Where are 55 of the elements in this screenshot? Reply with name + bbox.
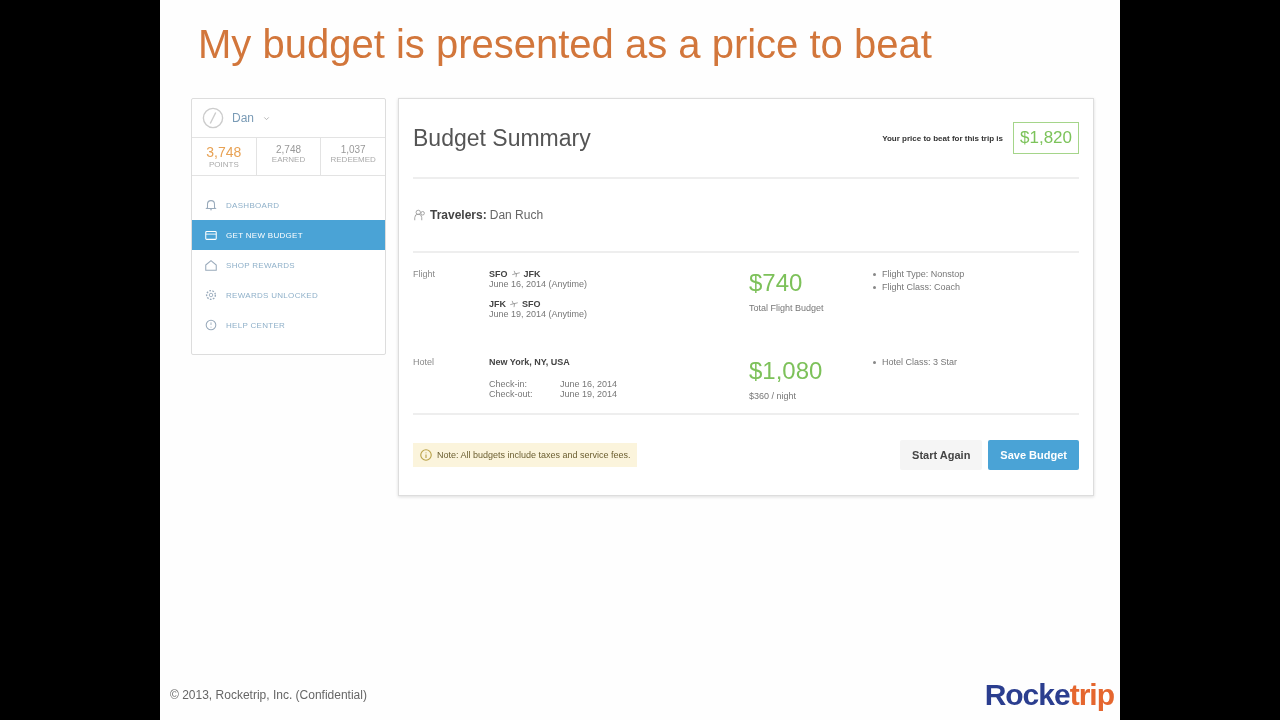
budget-amount: $1,080 (749, 357, 824, 385)
stat-label: REDEEMED (329, 155, 377, 164)
stat-value: 2,748 (275, 144, 302, 155)
date-value: June 19, 2014 (560, 389, 618, 399)
bullet-icon (873, 360, 876, 364)
section-label: Hotel (413, 357, 435, 369)
amount-note: $360 / night (749, 391, 798, 401)
stat-value: 3,748 (205, 144, 243, 160)
avatar-icon (202, 107, 224, 129)
price-label: Your price to beat for this trip is (882, 133, 1003, 143)
gear-icon (204, 288, 218, 302)
amount-note: Total Flight Budget (749, 303, 825, 313)
info-icon (419, 448, 433, 462)
stat-value: 1,037 (339, 144, 367, 155)
bullet-icon (873, 272, 876, 276)
sidebar-item[interactable]: GET NEW BUDGET (192, 220, 385, 250)
sidebar-item[interactable]: REWARDS UNLOCKED (192, 280, 385, 310)
logo-text: trip (1069, 678, 1114, 711)
detail-text: Flight Class: Coach (882, 282, 961, 292)
airport-code: JFK (523, 269, 541, 279)
hotel-location: New York, NY, USA (489, 357, 571, 367)
stat-label: POINTS (207, 160, 240, 169)
flight-date: June 16, 2014 (Anytime) (489, 279, 589, 289)
note-text: Note: All budgets include taxes and service fees. (437, 450, 631, 460)
help-icon (204, 318, 218, 332)
stat-label: EARNED (270, 155, 307, 164)
slide-title: My budget is presented as a price to beat (198, 22, 933, 68)
flight-date: June 19, 2014 (Anytime) (489, 309, 589, 319)
bell-icon (204, 198, 218, 212)
save-button[interactable]: Save Budget (988, 440, 1079, 470)
price-badge: $1,820 (1013, 122, 1079, 154)
people-icon (413, 208, 427, 222)
airport-code: SFO (522, 299, 541, 309)
summary-title: Budget Summary (413, 124, 591, 152)
airport-code: SFO (489, 269, 508, 279)
copyright-text: © 2013, Rocketrip, Inc. (Confidential) (170, 688, 367, 702)
budget-amount: $740 (749, 269, 804, 297)
section-label: Flight (413, 269, 436, 281)
sidebar-item[interactable]: SHOP REWARDS (192, 250, 385, 280)
card-icon (204, 228, 218, 242)
airport-code: JFK (489, 299, 506, 309)
travelers-name: Dan Ruch (489, 208, 544, 222)
travelers-label: Travelers: (430, 208, 487, 222)
detail-text: Flight Type: Nonstop (882, 269, 965, 279)
bullet-icon (873, 285, 876, 289)
sidebar-item[interactable]: DASHBOARD (192, 190, 385, 220)
user-menu[interactable]: Dan (232, 111, 254, 125)
detail-text: Hotel Class: 3 Star (882, 357, 958, 367)
logo-text: Rocke (984, 678, 1070, 711)
start-again-button[interactable]: Start Again (900, 440, 983, 470)
date-label: Check-out: (489, 389, 534, 399)
date-label: Check-in: (489, 379, 528, 389)
house-icon (204, 258, 218, 272)
sidebar-item[interactable]: HELP CENTER (192, 310, 385, 340)
date-value: June 16, 2014 (560, 379, 618, 389)
